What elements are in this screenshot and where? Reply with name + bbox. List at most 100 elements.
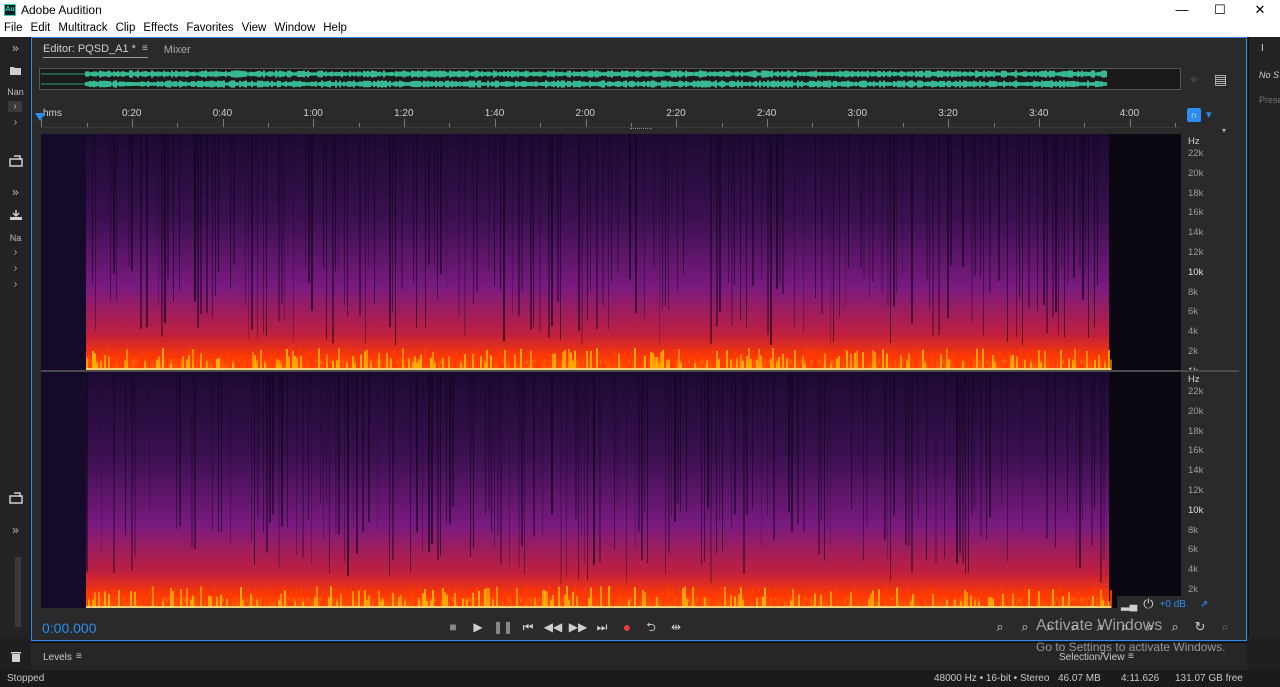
freq-label: 20k	[1188, 405, 1204, 417]
menu-edit[interactable]: Edit	[27, 22, 55, 34]
activate-windows-title: Activate Windows	[1036, 617, 1163, 634]
fast-forward-button[interactable]: ▶▶	[567, 618, 589, 636]
menu-icon[interactable]: ≡	[142, 43, 148, 54]
skip-selection-button[interactable]: ⇹	[665, 618, 687, 636]
volume-knob-icon[interactable]: ⏻	[1143, 596, 1153, 612]
levels-tab[interactable]: Levels	[43, 652, 72, 663]
editor-tabs: Editor: PQSD_A1 * ≡ Mixer	[32, 38, 1246, 62]
ruler-unit: hms	[43, 108, 62, 119]
zoom-right-edge-icon[interactable]: ⌕	[1164, 618, 1186, 636]
list-view-icon[interactable]: ▤	[1214, 71, 1227, 88]
freq-label: 22k	[1188, 386, 1204, 397]
menu-multitrack[interactable]: Multitrack	[54, 22, 111, 34]
time-ruler[interactable]: hms 0:20 0:40 1:00 1:20 1:40 2:00 2:20 2:40 3:00…	[41, 106, 1181, 128]
freq-unit: Hz	[1188, 374, 1200, 385]
disk-free: 131.07 GB free	[1175, 673, 1243, 684]
freq-label: 8k	[1188, 524, 1199, 536]
freq-label: 6k	[1188, 306, 1199, 318]
tab-editor-label: Editor: PQSD_A1 *	[43, 42, 136, 55]
status-bar: Stopped 48000 Hz • 16-bit • Stereo 46.07…	[0, 670, 1280, 687]
freq-label: 14k	[1188, 465, 1204, 477]
play-button[interactable]: ▶	[467, 618, 489, 636]
freq-axis-left: Hz 22k20k18k16k14k12k10k8k6k4k2k1k	[1182, 134, 1240, 377]
db-value[interactable]: +0 dB	[1160, 599, 1186, 610]
freq-label: 8k	[1188, 286, 1199, 298]
freq-label: 14k	[1188, 227, 1204, 239]
freq-label: 12k	[1188, 247, 1204, 258]
freq-label: 2k	[1188, 584, 1199, 595]
title-bar: Au Adobe Audition — ☐ ✕	[0, 0, 1280, 19]
record-button[interactable]: ●	[616, 618, 638, 636]
freq-label: 12k	[1188, 485, 1204, 496]
expand-panel-icon[interactable]: »	[0, 523, 31, 537]
folder-open-icon[interactable]	[0, 65, 31, 79]
freq-label: 16k	[1188, 207, 1204, 219]
menu-window[interactable]: Window	[270, 22, 319, 34]
ruler-label: 3:40	[1029, 108, 1049, 119]
trash-icon[interactable]	[0, 651, 31, 666]
media-import-icon[interactable]	[0, 209, 31, 224]
spectral-display-right[interactable]	[41, 372, 1181, 608]
menu-effects[interactable]: Effects	[139, 22, 182, 34]
resize-handle[interactable]	[630, 128, 652, 130]
chevron-right-icon[interactable]: ›	[0, 279, 31, 290]
pin-icon[interactable]: ▾	[1206, 108, 1216, 122]
minimize-button[interactable]: —	[1162, 0, 1202, 19]
tab-editor[interactable]: Editor: PQSD_A1 * ≡	[43, 43, 148, 58]
stop-button[interactable]: ■	[442, 618, 464, 636]
chevron-right-icon[interactable]: ›	[0, 247, 31, 258]
volume-control[interactable]: ▂▄ ⏻ +0 dB ⇗	[1117, 596, 1229, 612]
spectral-display-left[interactable]	[41, 134, 1181, 370]
menu-clip[interactable]: Clip	[112, 22, 140, 34]
zoom-out-amplitude-icon[interactable]: ⌕	[1014, 618, 1036, 636]
right-panel-strip: I No S Prese	[1248, 37, 1280, 637]
menu-icon[interactable]: ≡	[76, 651, 82, 662]
export-icon[interactable]	[0, 155, 31, 170]
timecode-display[interactable]: 0:00.000	[42, 620, 97, 636]
menu-file[interactable]: File	[0, 22, 27, 34]
expand-media-panel-icon[interactable]: »	[0, 185, 31, 199]
ruler-tick	[268, 123, 270, 127]
menu-bar: File Edit Multitrack Clip Effects Favori…	[0, 19, 1280, 37]
ruler-tick	[948, 119, 950, 127]
menu-view[interactable]: View	[238, 22, 271, 34]
pause-button[interactable]: ❚❚	[492, 618, 514, 636]
zoom-navigator-icon[interactable]: ⌖	[1190, 71, 1198, 88]
ruler-label: 2:20	[666, 108, 686, 119]
skip-back-button[interactable]: ⏮	[517, 618, 539, 636]
ruler-tick	[1084, 123, 1086, 127]
loop-button[interactable]: ⮌	[640, 618, 662, 636]
ruler-tick	[313, 119, 315, 127]
export-icon[interactable]	[0, 492, 31, 507]
zoom-in-amplitude-icon[interactable]: ⌕	[989, 618, 1011, 636]
expand-files-panel-icon[interactable]: »	[0, 41, 31, 55]
tab-mixer[interactable]: Mixer	[164, 44, 191, 56]
ruler-label: 4:00	[1119, 108, 1140, 119]
maximize-button[interactable]: ☐	[1200, 0, 1240, 19]
pin-icon[interactable]: ⇗	[1200, 599, 1208, 610]
ruler-tick	[857, 119, 859, 127]
close-button[interactable]: ✕	[1240, 0, 1280, 19]
chevron-right-icon[interactable]: ›	[8, 101, 22, 112]
freq-label: 4k	[1188, 326, 1199, 338]
zoom-reset-icon[interactable]: ⌕	[1214, 618, 1236, 636]
files-name-label: Nan	[7, 87, 24, 97]
app-logo-icon: Au	[4, 3, 16, 16]
freq-label: 10k	[1188, 266, 1204, 278]
menu-help[interactable]: Help	[319, 22, 351, 34]
skip-forward-button[interactable]: ⏭	[591, 618, 613, 636]
menu-favorites[interactable]: Favorites	[182, 22, 237, 34]
presets-label: Prese	[1259, 95, 1280, 105]
chevron-right-icon[interactable]: ›	[0, 263, 31, 274]
rewind-button[interactable]: ◀◀	[542, 618, 564, 636]
freq-label: 20k	[1188, 167, 1204, 179]
undo-zoom-icon[interactable]: ↻	[1189, 618, 1211, 636]
playhead-marker[interactable]	[35, 113, 45, 121]
freq-label: 6k	[1188, 544, 1199, 556]
headphones-icon[interactable]: ∩	[1187, 108, 1201, 122]
chevron-right-icon[interactable]: ›	[0, 117, 31, 128]
tab-mixer-label: Mixer	[163, 44, 191, 56]
freq-label: 4k	[1188, 564, 1199, 576]
right-panel-label: No S	[1259, 70, 1280, 80]
overview-waveform[interactable]	[39, 68, 1181, 90]
